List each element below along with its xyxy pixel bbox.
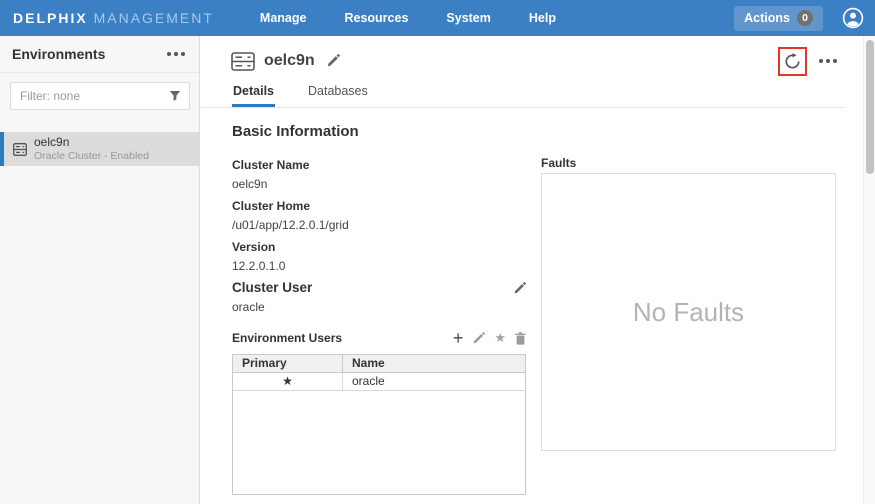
tab-bar: Details Databases [201, 80, 845, 108]
environment-users-header: Environment Users + ★ [232, 331, 526, 345]
vertical-scrollbar-thumb[interactable] [866, 40, 874, 174]
environment-users-table: Primary Name ★ oracle [232, 354, 526, 495]
field-value: /u01/app/12.2.0.1/grid [232, 216, 526, 237]
field-value: 12.2.0.1.0 [232, 257, 526, 278]
brand-secondary: MANAGEMENT [94, 10, 214, 26]
environments-sidebar: Environments oelc9n Oracle Cluster - Ena… [0, 36, 200, 504]
field-label: Cluster User [232, 278, 312, 298]
topnav-right: Actions 0 [734, 6, 875, 31]
actions-button[interactable]: Actions 0 [734, 6, 823, 31]
tab-databases[interactable]: Databases [307, 80, 369, 107]
vertical-scrollbar-track[interactable] [863, 36, 875, 504]
field-cluster-name: Cluster Name oelc9n [232, 155, 526, 196]
faults-column: Faults No Faults [541, 123, 836, 495]
basic-information-column: Basic Information Cluster Name oelc9n Cl… [232, 123, 526, 495]
sidebar-header: Environments [0, 36, 199, 73]
section-title: Basic Information [232, 123, 526, 140]
cluster-title-icon [231, 52, 255, 71]
field-cluster-home: Cluster Home /u01/app/12.2.0.1/grid [232, 196, 526, 237]
sidebar-more-icon[interactable] [167, 48, 185, 60]
environment-name: oelc9n [34, 135, 149, 150]
column-header-primary: Primary [233, 355, 343, 372]
faults-title: Faults [541, 153, 836, 173]
add-user-icon[interactable]: + [453, 331, 464, 345]
page-title: oelc9n [264, 52, 315, 70]
environment-item-text: oelc9n Oracle Cluster - Enabled [34, 135, 149, 163]
no-faults-placeholder: No Faults [633, 297, 744, 328]
field-label: Version [232, 237, 526, 257]
column-header-name: Name [343, 355, 525, 372]
table-row[interactable]: ★ oracle [233, 373, 525, 391]
filter-funnel-icon[interactable] [169, 90, 181, 102]
nav-item-help[interactable]: Help [529, 11, 556, 25]
environment-users-title: Environment Users [232, 331, 342, 345]
field-cluster-user: Cluster User oracle [232, 278, 526, 319]
environment-header: oelc9n [201, 36, 863, 80]
refresh-button[interactable] [784, 53, 801, 70]
field-value: oelc9n [232, 175, 526, 196]
nav-item-manage[interactable]: Manage [260, 11, 307, 25]
sidebar-title: Environments [12, 46, 105, 62]
environment-more-icon[interactable] [819, 55, 837, 67]
user-avatar-icon[interactable] [842, 7, 864, 29]
selected-accent-bar [0, 132, 4, 166]
field-label: Cluster Home [232, 196, 526, 216]
details-content: Basic Information Cluster Name oelc9n Cl… [201, 108, 863, 495]
nav-item-resources[interactable]: Resources [344, 11, 408, 25]
delete-user-icon[interactable] [515, 332, 526, 345]
environment-list-item[interactable]: oelc9n Oracle Cluster - Enabled [0, 132, 199, 166]
actions-count-badge: 0 [797, 10, 813, 26]
main-panel: oelc9n Details Databases Basic Infor [201, 36, 863, 504]
field-label: Cluster Name [232, 155, 526, 175]
edit-title-icon[interactable] [326, 54, 340, 68]
nav-item-system[interactable]: System [446, 11, 490, 25]
annotation-highlight-refresh [778, 47, 807, 76]
field-version: Version 12.2.0.1.0 [232, 237, 526, 278]
nav-menu: Manage Resources System Help [260, 11, 556, 25]
tab-details[interactable]: Details [232, 80, 275, 107]
user-name-cell: oracle [343, 373, 525, 390]
environment-description: Oracle Cluster - Enabled [34, 150, 149, 163]
table-empty-area [233, 391, 525, 494]
top-nav: DELPHIX MANAGEMENT Manage Resources Syst… [0, 0, 875, 36]
edit-user-icon[interactable] [472, 332, 485, 345]
actions-label: Actions [744, 11, 790, 25]
faults-panel: No Faults [541, 173, 836, 451]
header-actions [778, 47, 837, 76]
table-header-row: Primary Name [233, 355, 525, 373]
filter-input[interactable] [10, 82, 190, 110]
set-primary-user-icon[interactable]: ★ [494, 331, 506, 345]
brand-logo: DELPHIX MANAGEMENT [13, 10, 214, 26]
field-value: oracle [232, 298, 526, 319]
brand-primary: DELPHIX [13, 10, 88, 26]
cluster-icon [13, 143, 27, 156]
environment-users-toolbar: + ★ [453, 331, 526, 345]
filter-container [10, 82, 189, 110]
primary-star-cell: ★ [233, 373, 343, 390]
edit-cluster-user-icon[interactable] [513, 282, 526, 295]
